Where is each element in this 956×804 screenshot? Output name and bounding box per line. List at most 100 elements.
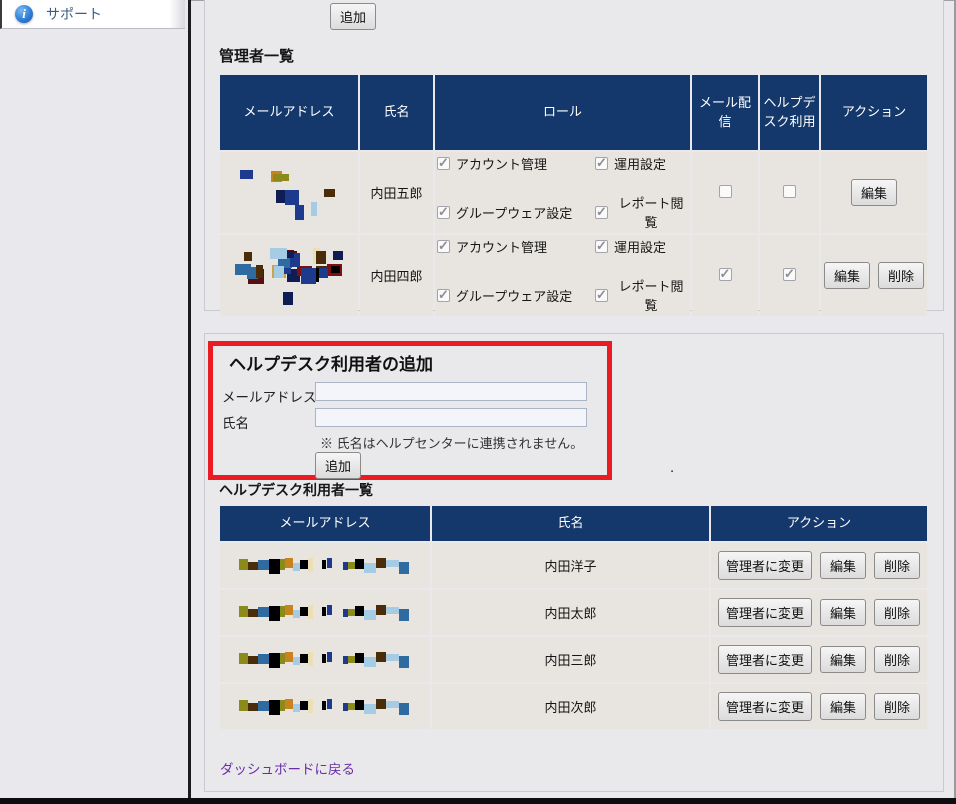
edit-button[interactable]: 編集 — [819, 599, 866, 626]
table-row: 内田洋子 管理者に変更 編集 削除 — [220, 543, 927, 588]
col-role: ロール — [435, 75, 690, 150]
back-to-dashboard-link[interactable]: ダッシュボードに戻る — [220, 758, 355, 778]
role-checkbox-groupware[interactable] — [437, 287, 450, 303]
edit-button[interactable]: 編集 — [819, 552, 866, 579]
table-row: 内田次郎 管理者に変更 編集 削除 — [220, 684, 927, 729]
add-helpdesk-user-button[interactable]: 追加 — [315, 452, 362, 479]
role-label: グループウェア設定 — [456, 205, 573, 221]
role-checkbox-operation[interactable] — [595, 238, 608, 254]
user-name: 内田次郎 — [432, 684, 709, 729]
redacted-email — [233, 246, 345, 306]
user-name: 内田三郎 — [432, 637, 709, 682]
role-checkbox-groupware[interactable] — [437, 204, 450, 220]
col-name: 氏名 — [360, 75, 433, 150]
name-label: 氏名 — [222, 416, 249, 431]
admin-name: 内田四郎 — [360, 235, 433, 316]
edit-button[interactable]: 編集 — [819, 646, 866, 673]
name-field[interactable] — [315, 408, 587, 427]
email-field[interactable] — [315, 382, 587, 401]
col-email: メールアドレス — [220, 506, 430, 541]
delete-button[interactable]: 削除 — [874, 599, 921, 626]
name-note: ※ 氏名はヘルプセンターに連携されません。 — [320, 436, 584, 451]
role-label: 運用設定 — [614, 157, 667, 172]
helpdesk-use-cell — [760, 152, 819, 233]
admin-panel: 追加 管理者一覧 メールアドレス 氏名 ロール メール配信 ヘルプデスク利用 ア… — [204, 0, 944, 316]
action-cell: 管理者に変更 編集 削除 — [711, 637, 927, 682]
table-row: 内田五郎 アカウント管理 運用設定 グループウェア設定 レポート閲覧 編集 — [220, 152, 927, 233]
helpdesk-use-checkbox[interactable] — [783, 266, 796, 282]
admin-name: 内田五郎 — [360, 152, 433, 233]
change-to-admin-button[interactable]: 管理者に変更 — [717, 551, 812, 580]
redacted-email — [239, 557, 411, 574]
edit-button[interactable]: 編集 — [819, 693, 866, 720]
helpdesk-list-heading: ヘルプデスク利用者一覧 — [219, 482, 373, 498]
redacted-email-cell — [220, 152, 358, 233]
change-to-admin-button[interactable]: 管理者に変更 — [717, 645, 812, 674]
helpdesk-table: メールアドレス 氏名 アクション 内田洋子 管理者に変更 編集 削除 内田太郎 … — [218, 504, 929, 731]
redacted-email — [239, 165, 339, 221]
mail-delivery-checkbox[interactable] — [718, 184, 732, 198]
helpdesk-use-checkbox[interactable] — [783, 184, 796, 198]
redacted-email-cell — [220, 235, 358, 316]
window-bottom-edge — [0, 798, 956, 804]
role-checkbox-report[interactable] — [595, 204, 608, 220]
helpdesk-panel: ヘルプデスク利用者の追加 メールアドレス 氏名 ※ 氏名はヘルプセンターに連携さ… — [204, 333, 944, 792]
admin-table: メールアドレス 氏名 ロール メール配信 ヘルプデスク利用 アクション 内田五郎… — [218, 73, 929, 318]
role-checkbox-account[interactable] — [437, 238, 450, 254]
role-label: アカウント管理 — [456, 157, 548, 172]
mail-delivery-checkbox[interactable] — [718, 266, 732, 282]
role-cell: アカウント管理 運用設定 グループウェア設定 レポート閲覧 — [435, 235, 690, 316]
stray-dot: . — [670, 459, 675, 476]
role-checkbox-report[interactable] — [595, 287, 608, 303]
table-row: 内田四郎 アカウント管理 運用設定 グループウェア設定 レポート閲覧 編集 削除 — [220, 235, 927, 316]
sidebar-item-support[interactable]: i サポート — [0, 0, 185, 29]
admin-table-header-row: メールアドレス 氏名 ロール メール配信 ヘルプデスク利用 アクション — [220, 75, 927, 150]
action-cell: 管理者に変更 編集 削除 — [711, 543, 927, 588]
role-label: グループウェア設定 — [456, 288, 573, 304]
role-label: レポート閲覧 — [618, 196, 684, 230]
redacted-email-cell — [220, 637, 430, 682]
role-checkbox-account[interactable] — [437, 155, 450, 171]
table-row: 内田三郎 管理者に変更 編集 削除 — [220, 637, 927, 682]
user-name: 内田洋子 — [432, 543, 709, 588]
role-label: レポート閲覧 — [618, 279, 684, 313]
mail-delivery-cell — [692, 235, 758, 316]
delete-button[interactable]: 削除 — [874, 552, 921, 579]
delete-button[interactable]: 削除 — [874, 693, 921, 720]
helpdesk-use-cell — [760, 235, 819, 316]
app-window: i サポート 追加 管理者一覧 メールアドレス 氏名 ロール メール配信 ヘルプ… — [0, 0, 956, 804]
role-label: 運用設定 — [614, 240, 667, 255]
action-cell: 編集 削除 — [821, 235, 927, 316]
info-icon: i — [15, 5, 33, 23]
action-cell: 編集 — [821, 152, 927, 233]
redacted-email — [239, 698, 411, 715]
col-mail-delivery: メール配信 — [692, 75, 758, 150]
user-name: 内田太郎 — [432, 590, 709, 635]
sidebar: i サポート — [0, 0, 189, 804]
redacted-email-cell — [220, 590, 430, 635]
redacted-email — [239, 604, 411, 621]
col-action: アクション — [821, 75, 927, 150]
admin-list-heading: 管理者一覧 — [219, 48, 295, 65]
col-email: メールアドレス — [220, 75, 358, 150]
col-name: 氏名 — [432, 506, 709, 541]
action-cell: 管理者に変更 編集 削除 — [711, 684, 927, 729]
table-row: 内田太郎 管理者に変更 編集 削除 — [220, 590, 927, 635]
redacted-email-cell — [220, 543, 430, 588]
delete-button[interactable]: 削除 — [878, 262, 925, 289]
edit-button[interactable]: 編集 — [850, 179, 897, 206]
col-action: アクション — [711, 506, 927, 541]
change-to-admin-button[interactable]: 管理者に変更 — [717, 692, 812, 721]
mail-delivery-cell — [692, 152, 758, 233]
edit-button[interactable]: 編集 — [823, 262, 870, 289]
role-label: アカウント管理 — [456, 240, 548, 255]
role-cell: アカウント管理 運用設定 グループウェア設定 レポート閲覧 — [435, 152, 690, 233]
col-helpdesk-use: ヘルプデスク利用 — [760, 75, 819, 150]
email-label: メールアドレス — [222, 390, 317, 405]
delete-button[interactable]: 削除 — [874, 646, 921, 673]
role-checkbox-operation[interactable] — [595, 155, 608, 171]
add-admin-button[interactable]: 追加 — [330, 3, 377, 30]
helpdesk-add-highlight: ヘルプデスク利用者の追加 メールアドレス 氏名 ※ 氏名はヘルプセンターに連携さ… — [208, 341, 612, 480]
change-to-admin-button[interactable]: 管理者に変更 — [717, 598, 812, 627]
action-cell: 管理者に変更 編集 削除 — [711, 590, 927, 635]
